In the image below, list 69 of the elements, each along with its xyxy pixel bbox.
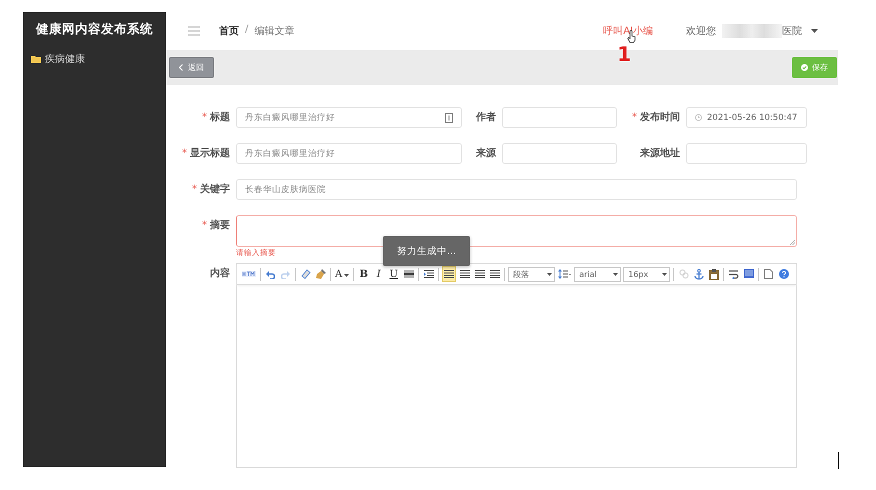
align-icon[interactable] xyxy=(490,270,500,278)
dropdown[interactable]: 16px xyxy=(623,266,670,282)
help-icon[interactable] xyxy=(778,269,789,279)
brush-icon[interactable] xyxy=(316,269,326,279)
sidebar-item[interactable]: 疾病健康 xyxy=(23,50,166,68)
required-marker: * xyxy=(202,220,207,231)
image-icon[interactable] xyxy=(744,269,754,279)
clipboard-icon[interactable] xyxy=(708,268,719,280)
indent-icon[interactable] xyxy=(424,270,434,278)
strikethrough-icon[interactable] xyxy=(404,270,414,278)
field-label: 关键字 xyxy=(200,184,230,195)
input-field[interactable] xyxy=(502,143,617,164)
caret-icon xyxy=(547,272,552,276)
caret-icon xyxy=(613,272,618,276)
bold-button[interactable]: B xyxy=(357,266,370,282)
italic-button[interactable]: I xyxy=(372,266,386,282)
input-field[interactable]: 2021-05-26 10:50:47 xyxy=(686,107,807,128)
required-marker: * xyxy=(202,112,207,123)
line-height-icon[interactable] xyxy=(558,269,572,279)
input-field[interactable]: 丹东白癜风哪里治疗好 xyxy=(236,143,462,164)
required-marker: * xyxy=(182,148,187,159)
align-icon[interactable] xyxy=(474,270,485,278)
document-icon[interactable] xyxy=(764,269,774,279)
counter-icon xyxy=(445,112,453,122)
text-area[interactable] xyxy=(236,215,797,247)
menu-icon[interactable] xyxy=(188,26,200,36)
field-label: 来源 xyxy=(476,148,496,159)
step-number: 1 xyxy=(617,42,632,66)
font-color-button[interactable]: A xyxy=(334,266,350,282)
check-circle-icon xyxy=(801,64,808,71)
input-field[interactable] xyxy=(502,107,617,128)
eraser-icon[interactable] xyxy=(300,269,310,279)
app-title: 健康网内容发布系统 xyxy=(34,20,154,38)
user-name[interactable]: 医院 xyxy=(782,24,802,38)
undo-icon[interactable] xyxy=(266,270,275,278)
caret-icon xyxy=(344,274,350,276)
input-field[interactable] xyxy=(686,143,807,164)
dropdown[interactable]: 段落 xyxy=(508,266,556,282)
field-label: 作者 xyxy=(476,112,496,123)
input-field[interactable]: 长春华山皮肤病医院 xyxy=(236,179,797,200)
input-field[interactable]: 丹东白癜风哪里治疗好 xyxy=(236,107,462,128)
chevron-left-icon xyxy=(179,64,183,71)
field-label: 发布时间 xyxy=(640,112,680,123)
breadcrumb-item: 编辑文章 xyxy=(254,24,294,38)
align-icon[interactable] xyxy=(460,270,470,278)
breadcrumb-separator: / xyxy=(245,24,248,37)
required-marker: * xyxy=(192,184,197,195)
toast-message: 努力生成中... xyxy=(383,236,470,266)
folder-icon xyxy=(31,55,41,63)
line-break-icon[interactable] xyxy=(728,270,740,278)
redacted-name xyxy=(722,24,782,38)
back-button[interactable]: 返回 xyxy=(169,57,214,78)
dropdown[interactable]: arial xyxy=(574,266,622,282)
caret-icon xyxy=(662,272,668,276)
field-label: 来源地址 xyxy=(640,148,680,159)
welcome-text: 欢迎您 xyxy=(686,24,716,38)
field-label: 摘要 xyxy=(210,220,230,231)
field-label: 标题 xyxy=(210,112,230,123)
required-marker: * xyxy=(632,112,637,123)
anchor-icon[interactable] xyxy=(694,268,704,280)
underline-button[interactable]: U xyxy=(387,266,400,282)
clock-icon xyxy=(695,114,702,121)
toolbar-button[interactable] xyxy=(442,266,456,282)
html-icon[interactable] xyxy=(242,271,256,277)
resize-grip-icon xyxy=(790,240,795,245)
field-label: 显示标题 xyxy=(190,148,230,159)
breadcrumb-item[interactable]: 首页 xyxy=(219,24,239,38)
caret-icon[interactable] xyxy=(811,29,818,33)
field-label: 内容 xyxy=(209,266,230,281)
